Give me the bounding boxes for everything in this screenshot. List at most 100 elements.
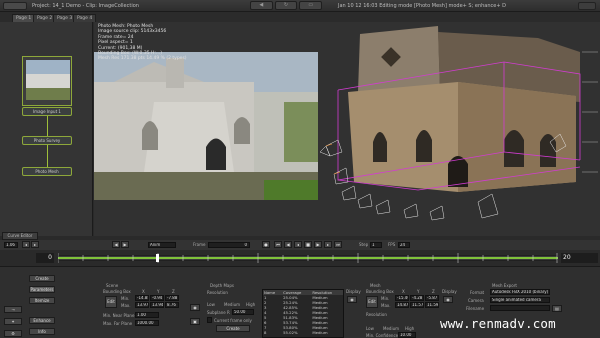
depth-create-button[interactable]: Create [216, 325, 250, 332]
scene-max-z[interactable]: 8.76 [165, 302, 179, 308]
keyframe-prev-icon[interactable]: ◀ [112, 241, 120, 248]
subplane-label: Subplane R [207, 310, 230, 315]
church-photo [94, 52, 318, 200]
depth-medium[interactable]: Medium [224, 302, 240, 307]
source-image-viewport[interactable] [94, 52, 318, 200]
current-frame-label: Current frame only [214, 318, 252, 323]
back-icon[interactable]: ◀ [250, 1, 273, 10]
mesh-edit-button[interactable]: Edit [366, 296, 378, 308]
step-forward-icon[interactable]: ▸ [324, 241, 332, 248]
mesh-max-z[interactable]: 11.59 [425, 302, 439, 308]
go-start-icon[interactable]: ⏮ [274, 241, 282, 248]
filename-field[interactable] [490, 305, 550, 311]
min-confidence-field[interactable]: 10.00 [398, 332, 416, 338]
timeline-end[interactable]: 20 [561, 253, 598, 263]
mesh-min-z[interactable]: -5.87 [425, 295, 439, 301]
node-icon[interactable]: ⊸ [4, 306, 22, 313]
depth-high[interactable]: High [246, 302, 255, 307]
play-icon[interactable]: ▶ [314, 241, 322, 248]
format-select[interactable]: Autodesk FBX 2010 (binary) [490, 289, 550, 295]
itemize-tab[interactable]: Itemize [29, 297, 55, 304]
photo-mesh-node[interactable]: Photo Mesh [22, 167, 72, 176]
scene-edit-button[interactable]: Edit [105, 296, 117, 308]
keyframe-next-icon[interactable]: ▶ [121, 241, 129, 248]
image-input-node-thumbnail[interactable] [22, 56, 72, 106]
near-plane-field[interactable]: 1.00 [135, 312, 159, 318]
near-plane-label: Min. Near Plane [103, 313, 135, 318]
filename-label: Filename [466, 306, 485, 311]
stop-icon[interactable]: ■ [304, 241, 312, 248]
current-frame-checkbox[interactable] [207, 317, 212, 323]
layout-icon[interactable]: ▭ [299, 1, 323, 10]
mesh-low[interactable]: Low [366, 326, 374, 331]
scene-max-x[interactable]: 13.97 [135, 302, 149, 308]
tab-page-1[interactable]: Page 1 [12, 14, 36, 22]
window-title: Jan 10 12 16:03 Editing mode [Photo Mesh… [338, 3, 506, 9]
mode-select[interactable]: Anim [148, 242, 176, 248]
scene-z-label: Z [172, 289, 175, 294]
tool-icon[interactable]: ✦ [4, 318, 22, 325]
toolbar-controls: ◀ ↻ ▭ [250, 1, 323, 10]
node-connection [47, 116, 48, 136]
depth-map-table[interactable]: Name Coverage Resolution 1 25.04% Medium 2… [262, 289, 344, 338]
next-icon[interactable]: ▸ [31, 241, 39, 248]
photo-mesh-3d-view [319, 26, 598, 221]
table-display-icon[interactable]: ◉ [347, 296, 357, 303]
frame-label: Frame [193, 242, 206, 247]
timeline-start[interactable]: 0 [36, 253, 54, 263]
go-end-icon[interactable]: ⏭ [334, 241, 342, 248]
sync-icon[interactable]: ↻ [274, 1, 298, 10]
mesh-title: Mesh [370, 283, 381, 288]
app-logo-icon[interactable] [3, 2, 27, 10]
depth-camera-icon[interactable]: ▣ [190, 318, 200, 325]
format-label: Format [470, 290, 485, 295]
window-menu-button[interactable] [578, 2, 596, 10]
settings-icon[interactable]: ⚙ [4, 330, 22, 337]
watermark: www.renmadv.com [440, 316, 556, 331]
frame-field[interactable]: 0 [208, 242, 250, 248]
depth-low[interactable]: Low [207, 302, 215, 307]
play-back-icon[interactable]: ◂ [294, 241, 302, 248]
step-field[interactable]: 1 [370, 242, 382, 248]
scene-min-y[interactable]: -0.94 [150, 295, 164, 301]
scene-bbox-label: Bounding Box [103, 289, 131, 294]
prev-icon[interactable]: ◂ [22, 241, 30, 248]
mesh-max-x[interactable]: 14.87 [395, 302, 409, 308]
mesh-high[interactable]: High [405, 326, 414, 331]
step-label: Step [359, 242, 369, 247]
subplane-field[interactable]: 50.00 [232, 309, 254, 315]
mesh-max-y[interactable]: 11.57 [410, 302, 424, 308]
node-connection [47, 145, 48, 167]
mesh-min-x[interactable]: -15.46 [395, 295, 409, 301]
scene-max-y[interactable]: 13.94 [150, 302, 164, 308]
project-title: Project: 14_1 Demo - Clip: ImageCollecti… [32, 3, 139, 9]
create-tab[interactable]: Create [29, 275, 55, 282]
table-display-label: Display [346, 289, 361, 294]
scene-min-x[interactable]: -14.88 [135, 295, 149, 301]
info-tab[interactable]: Info [29, 328, 55, 335]
fps-field[interactable]: 24 [398, 242, 410, 248]
enhance-tab[interactable]: Enhance [29, 317, 55, 324]
scene-x-label: X [142, 289, 145, 294]
3d-mesh-viewport[interactable] [318, 22, 600, 236]
zoom-field[interactable]: 1.06 [4, 242, 18, 248]
photo-survey-node[interactable]: Photo Survey [22, 136, 72, 145]
browse-folder-icon[interactable]: ▤ [552, 305, 562, 312]
viewer-info-overlay: Photo Mesh: Photo Mesh Image source clip… [98, 24, 187, 62]
record-icon[interactable]: ● [262, 241, 270, 248]
step-back-icon[interactable]: ◀ [284, 241, 292, 248]
camera-select[interactable]: Single animated camera [490, 297, 550, 303]
table-row[interactable]: 8 55.02% Medium [263, 330, 343, 335]
scene-max-label: Max. [121, 303, 131, 308]
mesh-min-y[interactable]: -4.28 [410, 295, 424, 301]
mesh-display-icon[interactable]: ◉ [443, 296, 453, 303]
parameters-tab[interactable]: Parameters [29, 286, 55, 293]
playhead[interactable] [156, 254, 159, 262]
image-input-node[interactable]: Image Input 1 [22, 107, 72, 116]
curve-editor-button[interactable]: Curve Editor [2, 232, 38, 240]
tab-page-4[interactable]: Page 4 [73, 14, 97, 22]
mesh-medium[interactable]: Medium [383, 326, 399, 331]
scene-min-z[interactable]: -7.88 [165, 295, 179, 301]
far-plane-field[interactable]: 1000.00 [135, 320, 159, 326]
depth-eye-icon[interactable]: ◉ [190, 304, 200, 311]
